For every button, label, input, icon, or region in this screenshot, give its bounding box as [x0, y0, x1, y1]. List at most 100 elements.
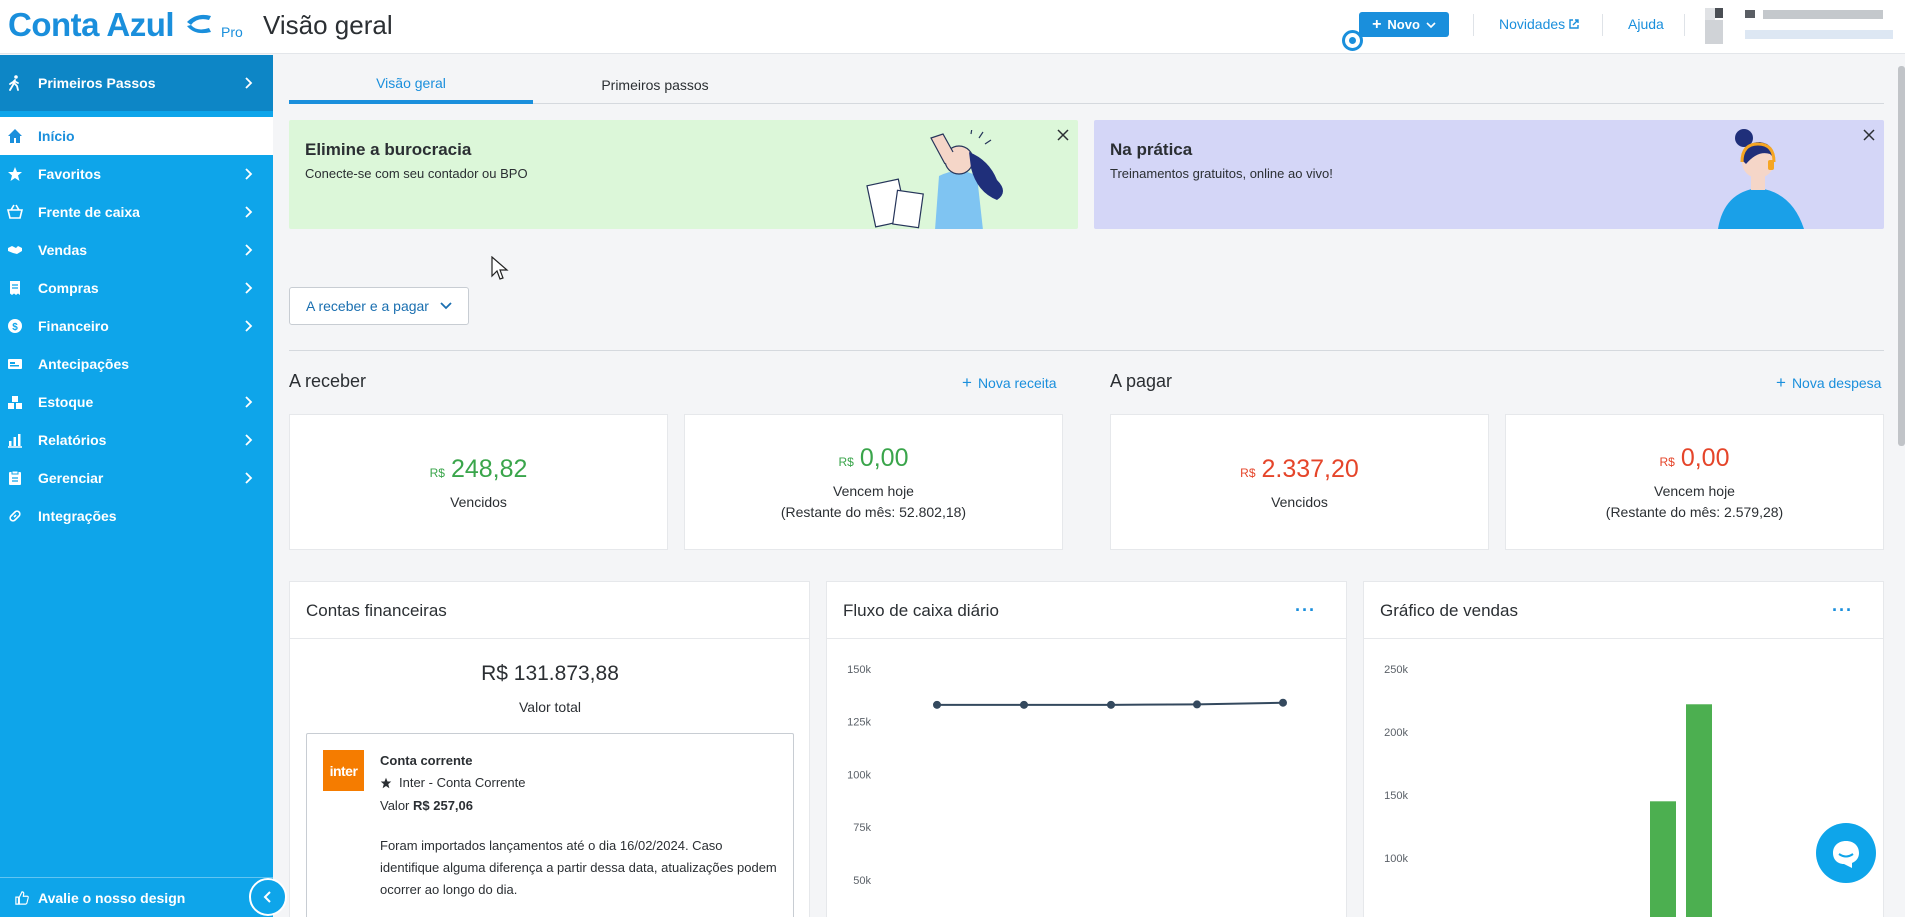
more-options-icon[interactable]: ··· [1295, 600, 1316, 621]
basket-icon [7, 204, 23, 220]
sales-chart: 250k200k150k100k50k [1384, 664, 1712, 917]
cashflow-point[interactable] [1279, 698, 1287, 707]
tab-visao-geral[interactable]: Visão geral [289, 66, 533, 104]
card-title: Contas financeiras [306, 601, 447, 620]
banner-training[interactable]: Na prática Treinamentos gratuitos, onlin… [1094, 120, 1884, 229]
plus-icon: + [1776, 373, 1786, 392]
sidebar-item-antecipacoes[interactable]: Antecipações [0, 345, 273, 383]
close-icon[interactable] [1056, 128, 1070, 142]
help-link[interactable]: Ajuda [1628, 16, 1664, 32]
home-icon [7, 128, 23, 144]
sidebar-item-estoque[interactable]: Estoque [0, 383, 273, 421]
filter-dropdown[interactable]: A receber e a pagar [289, 287, 469, 325]
y-tick-label: 75k [853, 822, 871, 834]
payable-overdue-card[interactable]: R$ 2.337,20 Vencidos [1110, 414, 1489, 550]
dollar-icon: $ [7, 318, 23, 334]
news-link[interactable]: Novidades [1499, 16, 1579, 32]
thumbs-up-icon [14, 890, 30, 906]
chat-bubble-icon [1833, 841, 1859, 868]
chevron-right-icon [245, 206, 253, 218]
top-bar: Conta Azul Pro Visão geral + Novo Novida… [0, 0, 1905, 54]
bar-chart-icon [7, 432, 23, 448]
card-title: Gráfico de vendas [1380, 601, 1518, 620]
link-icon [7, 508, 23, 524]
y-tick-label: 100k [847, 769, 871, 781]
logo[interactable]: Conta Azul [8, 6, 175, 44]
sidebar-item-favoritos[interactable]: Favoritos [0, 155, 273, 193]
banner-accountant[interactable]: Elimine a burocracia Conecte-se com seu … [289, 120, 1078, 229]
payable-overdue-amount: 2.337,20 [1261, 455, 1359, 483]
sales-card: Gráfico de vendas ··· 250k200k150k100k50… [1363, 581, 1884, 917]
sidebar-item-financeiro[interactable]: $ Financeiro [0, 307, 273, 345]
y-tick-label: 150k [847, 664, 871, 676]
collapse-sidebar-button[interactable] [249, 878, 287, 916]
receivable-today-amount: 0,00 [859, 444, 909, 472]
receipt-icon [7, 280, 23, 296]
walking-icon [7, 75, 23, 91]
star-icon [7, 166, 23, 182]
plus-icon: + [1372, 15, 1382, 33]
sidebar-item-gerenciar[interactable]: Gerenciar [0, 459, 273, 497]
boxes-icon [7, 394, 23, 410]
divider [289, 350, 1884, 351]
card-icon [7, 356, 23, 372]
cashflow-point[interactable] [1107, 700, 1115, 709]
cashflow-point[interactable] [1020, 700, 1028, 709]
receivable-today-card[interactable]: R$ 0,00 Vencem hoje (Restante do mês: 52.… [684, 414, 1063, 550]
sales-bar[interactable] [1686, 704, 1712, 917]
sidebar: Primeiros Passos Início Favoritos Frente… [0, 55, 273, 917]
accounts-total: R$ 131.873,88 [481, 662, 619, 685]
sidebar-item-relatorios[interactable]: Relatórios [0, 421, 273, 459]
sidebar-item-frente-de-caixa[interactable]: Frente de caixa [0, 193, 273, 231]
new-income-link[interactable]: + Nova receita [962, 374, 1057, 391]
receivable-overdue-card[interactable]: R$ 248,82 Vencidos [289, 414, 668, 550]
banner-title: Elimine a burocracia [305, 140, 472, 159]
sales-bar[interactable] [1650, 801, 1676, 917]
cashflow-point[interactable] [933, 700, 941, 709]
chevron-right-icon [245, 472, 253, 484]
chevron-down-icon [1426, 21, 1436, 28]
sidebar-item-integracoes[interactable]: Integrações [0, 497, 273, 535]
y-tick-label: 200k [1384, 727, 1408, 739]
divider [1602, 14, 1603, 36]
new-expense-link[interactable]: + Nova despesa [1776, 374, 1881, 391]
sidebar-item-vendas[interactable]: Vendas [0, 231, 273, 269]
tab-bar: Visão geral Primeiros passos [289, 66, 1884, 104]
sidebar-item-inicio[interactable]: Início [0, 117, 273, 155]
cashflow-point[interactable] [1193, 700, 1201, 709]
more-options-icon[interactable]: ··· [1832, 600, 1853, 621]
y-tick-label: 100k [1384, 853, 1408, 865]
sidebar-first-steps[interactable]: Primeiros Passos [0, 55, 273, 111]
receivable-title: A receber [289, 371, 367, 391]
chevron-down-icon [440, 302, 452, 310]
y-tick-label: 250k [1384, 664, 1408, 676]
scrollbar[interactable] [1898, 66, 1905, 446]
tab-primeiros-passos[interactable]: Primeiros passos [533, 66, 777, 104]
card-title: Fluxo de caixa diário [843, 601, 999, 620]
feedback-link[interactable]: Avalie o nosso design [0, 877, 273, 917]
chevron-right-icon [245, 77, 253, 89]
banner-text: Conecte-se com seu contador ou BPO [305, 166, 528, 181]
clipboard-icon [7, 470, 23, 486]
new-button[interactable]: + Novo [1359, 12, 1449, 37]
chat-button[interactable] [1816, 823, 1876, 883]
y-tick-label: 125k [847, 717, 871, 729]
user-menu[interactable] [1705, 8, 1895, 44]
cashflow-chart: 150k 125k 100k 75k 50k [847, 664, 1287, 887]
chevron-right-icon [245, 244, 253, 256]
account-item[interactable]: inter Conta corrente Inter - Conta Corre… [306, 733, 794, 917]
accounts-card: Contas financeiras R$ 131.873,88 Valor t… [289, 581, 810, 917]
headset-woman-illustration [1718, 129, 1804, 229]
chevron-right-icon [245, 434, 253, 446]
payable-today-card[interactable]: R$ 0,00 Vencem hoje (Restante do mês: 2.5… [1505, 414, 1884, 550]
sidebar-item-compras[interactable]: Compras [0, 269, 273, 307]
close-icon[interactable] [1862, 128, 1876, 142]
svg-text:$: $ [12, 322, 18, 333]
chevron-left-icon [263, 891, 271, 903]
external-link-icon [1569, 19, 1579, 29]
chevron-right-icon [245, 168, 253, 180]
mouse-cursor-icon [491, 256, 509, 280]
divider [1684, 14, 1685, 36]
payable-today-amount: 0,00 [1680, 444, 1730, 472]
y-tick-label: 50k [853, 875, 871, 887]
